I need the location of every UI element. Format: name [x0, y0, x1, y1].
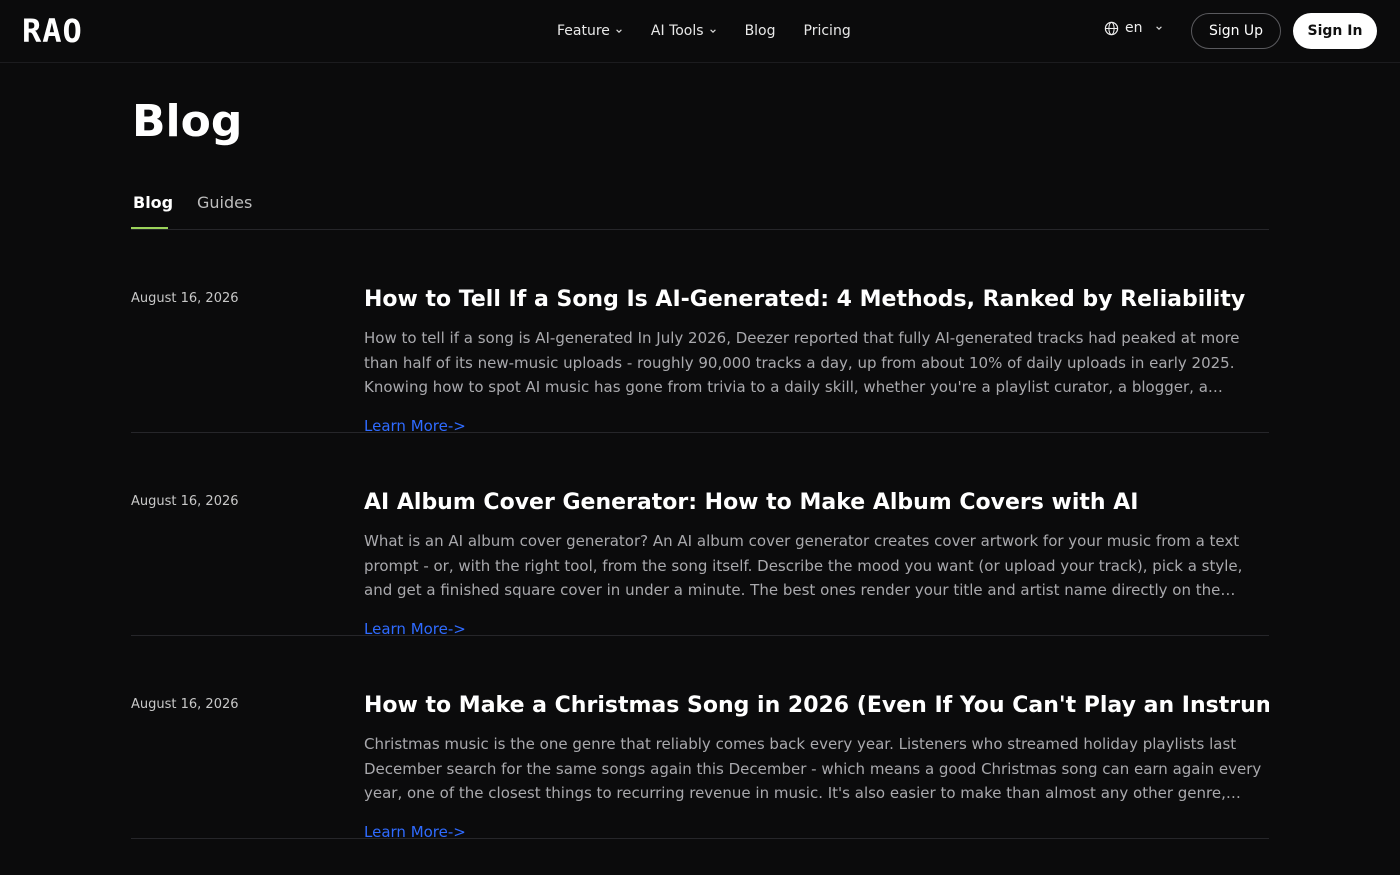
- post-excerpt: Christmas music is the one genre that re…: [364, 735, 1262, 802]
- nav-item-label: Feature: [557, 23, 610, 39]
- post-date: August 16, 2026: [131, 697, 239, 712]
- post-list: August 16, 2026 How to Tell If a Song Is…: [131, 230, 1269, 841]
- chevron-down-icon: [709, 29, 716, 33]
- post-item: August 16, 2026 How to Make a Christmas …: [131, 636, 1269, 841]
- tab-blog[interactable]: Blog: [133, 192, 173, 214]
- rao-logo[interactable]: RAO: [22, 12, 83, 50]
- language-selector[interactable]: en: [1104, 20, 1163, 36]
- nav-item-label: Blog: [744, 23, 776, 39]
- page-title: Blog: [132, 96, 243, 147]
- post-title[interactable]: How to Make a Christmas Song in 2026 (Ev…: [364, 691, 1269, 721]
- nav-item-feature[interactable]: Feature: [557, 23, 623, 39]
- nav-item-label: AI Tools: [650, 23, 704, 39]
- post-excerpt: How to tell if a song is AI-generated In…: [364, 329, 1240, 396]
- post-excerpt: What is an AI album cover generator? An …: [364, 532, 1243, 599]
- nav-item-blog[interactable]: Blog: [745, 23, 776, 39]
- post-title[interactable]: AI Album Cover Generator: How to Make Al…: [364, 488, 1269, 518]
- post-item: August 16, 2026 How to Tell If a Song Is…: [131, 230, 1269, 435]
- nav-item-pricing[interactable]: Pricing: [804, 23, 851, 39]
- main-nav: Feature AI Tools Blog Pricing: [557, 0, 879, 62]
- post-title[interactable]: How to Tell If a Song Is AI-Generated: 4…: [364, 285, 1269, 315]
- nav-item-label: Pricing: [803, 23, 851, 39]
- nav-item-ai-tools[interactable]: AI Tools: [651, 23, 717, 39]
- post-item: August 16, 2026 AI Album Cover Generator…: [131, 433, 1269, 638]
- chevron-down-icon: [616, 29, 622, 33]
- blog-tabs: Blog Guides: [131, 190, 1269, 230]
- sign-up-button[interactable]: Sign Up: [1191, 13, 1281, 49]
- active-tab-indicator: [131, 227, 168, 229]
- sign-in-button[interactable]: Sign In: [1293, 13, 1377, 49]
- post-date: August 16, 2026: [131, 291, 239, 306]
- post-date: August 16, 2026: [131, 494, 239, 509]
- language-label: en: [1125, 20, 1143, 36]
- tab-guides[interactable]: Guides: [197, 192, 252, 214]
- top-navigation-bar: RAO Feature AI Tools Blog Pricing en Sig…: [0, 0, 1400, 63]
- learn-more-link[interactable]: Learn More->: [364, 823, 466, 841]
- globe-icon: [1104, 21, 1119, 35]
- chevron-down-icon: [1155, 26, 1162, 30]
